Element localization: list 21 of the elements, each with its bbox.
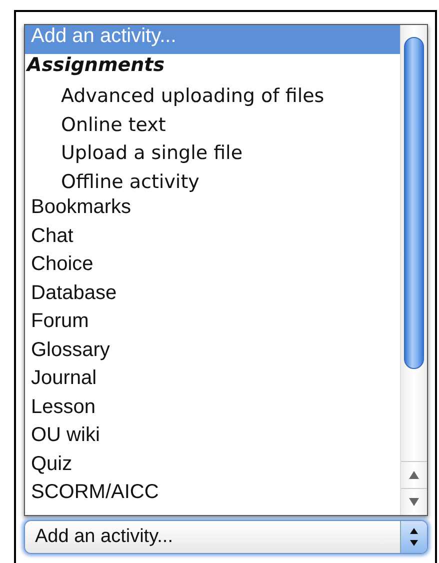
option[interactable]: Choice <box>25 253 400 282</box>
option[interactable]: SCORM/AICC <box>25 481 400 510</box>
option[interactable]: Upload a single file <box>25 139 400 168</box>
option[interactable]: Forum <box>25 310 400 338</box>
option[interactable]: Online text <box>25 110 400 139</box>
scrollbar-thumb[interactable] <box>404 37 424 369</box>
option[interactable]: Chat <box>25 224 400 253</box>
option[interactable]: OU wiki <box>25 424 400 452</box>
activity-select[interactable]: Add an activity... <box>24 520 428 554</box>
option[interactable]: Advanced uploading of files <box>25 82 400 110</box>
up-down-arrows-icon <box>409 527 419 547</box>
option[interactable]: Journal <box>25 367 400 396</box>
option[interactable]: Glossary <box>25 338 400 367</box>
option[interactable]: Quiz <box>25 452 400 481</box>
option[interactable]: Bookmarks <box>25 196 400 224</box>
option[interactable]: Database <box>25 282 400 310</box>
option-group-label: Assignments <box>25 54 166 78</box>
option[interactable]: Offline activity <box>25 168 400 196</box>
down-arrow-icon <box>409 498 419 506</box>
option[interactable]: Lesson <box>25 396 400 424</box>
up-arrow-icon <box>409 471 419 479</box>
